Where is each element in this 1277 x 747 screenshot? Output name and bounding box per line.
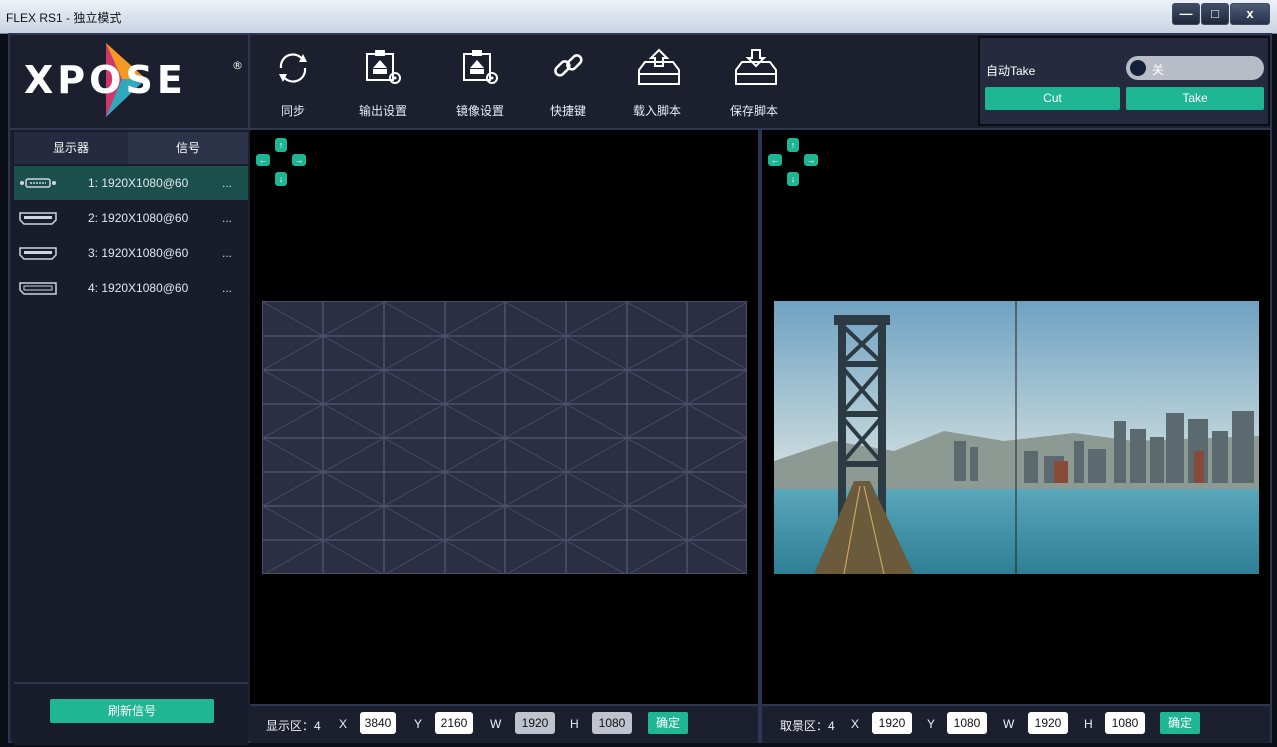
- signal-more-icon[interactable]: ...: [222, 281, 232, 295]
- signal-row-2[interactable]: 2: 1920X1080@60 ...: [14, 201, 248, 235]
- signal-row-3[interactable]: 3: 1920X1080@60 ...: [14, 236, 248, 270]
- capture-w-label: W: [1003, 717, 1015, 731]
- window-title: FLEX RS1 - 独立模式: [6, 11, 122, 25]
- tab-display[interactable]: 显示器: [14, 132, 128, 164]
- display-w-label: W: [490, 717, 502, 731]
- shortcut-link-icon: [554, 54, 583, 77]
- take-panel: [978, 36, 1270, 126]
- move-up-arrow-icon[interactable]: ↑: [275, 138, 287, 152]
- output-settings-button[interactable]: 输出设置: [343, 48, 423, 118]
- close-button[interactable]: x: [1230, 3, 1270, 25]
- display-dpad[interactable]: ↑ ← → ↓: [256, 138, 306, 186]
- minimize-button[interactable]: —: [1172, 3, 1200, 25]
- load-script-button[interactable]: 载入脚本: [617, 48, 697, 118]
- capture-y-input[interactable]: 1080: [947, 712, 987, 734]
- auto-take-toggle[interactable]: 关: [1126, 56, 1264, 80]
- output-settings-icon: [366, 50, 401, 84]
- capture-x-label: X: [851, 717, 860, 731]
- shortcut-button[interactable]: 快捷键: [528, 48, 608, 118]
- display-y-input[interactable]: 2160: [435, 712, 473, 734]
- signal-label: 1: 1920X1080@60: [88, 176, 189, 190]
- capture-h-label: H: [1084, 717, 1093, 731]
- sync-button[interactable]: 同步: [253, 48, 333, 118]
- window-titlebar: FLEX RS1 - 独立模式: [0, 0, 1277, 34]
- load-script-label: 载入脚本: [632, 104, 681, 118]
- shortcut-label: 快捷键: [549, 104, 586, 118]
- move-left-arrow-icon[interactable]: ←: [256, 154, 270, 166]
- signal-row-4[interactable]: 4: 1920X1080@60 ...: [14, 271, 248, 305]
- capture-confirm-button[interactable]: 确定: [1160, 712, 1200, 734]
- move-up-arrow-icon[interactable]: ↑: [787, 138, 799, 152]
- move-down-arrow-icon[interactable]: ↓: [275, 172, 287, 186]
- signal-label: 3: 1920X1080@60: [88, 246, 189, 260]
- capture-y-label: Y: [927, 717, 936, 731]
- move-down-arrow-icon[interactable]: ↓: [787, 172, 799, 186]
- save-script-button[interactable]: 保存脚本: [714, 48, 794, 118]
- save-script-label: 保存脚本: [729, 104, 778, 118]
- display-grid-lines: [263, 302, 746, 573]
- tab-signal[interactable]: 信号: [128, 132, 248, 164]
- display-h-label: H: [570, 717, 579, 731]
- move-left-arrow-icon[interactable]: ←: [768, 154, 782, 166]
- capture-area-label: 取景区：4: [780, 719, 835, 733]
- signal-more-icon[interactable]: ...: [222, 246, 232, 260]
- mirror-settings-label: 镜像设置: [455, 104, 504, 118]
- load-script-icon: [638, 48, 680, 85]
- mirror-settings-button[interactable]: 镜像设置: [440, 48, 520, 118]
- signal-more-icon[interactable]: ...: [222, 176, 232, 190]
- hdmi-connector-icon: [19, 247, 57, 260]
- display-w-input[interactable]: 1920: [515, 712, 555, 734]
- output-settings-label: 输出设置: [358, 104, 407, 118]
- capture-h-input[interactable]: 1080: [1105, 712, 1145, 734]
- toggle-state-label: 关: [1152, 63, 1165, 77]
- move-right-arrow-icon[interactable]: →: [292, 154, 306, 166]
- maximize-button[interactable]: □: [1201, 3, 1229, 25]
- display-area-label: 显示区：4: [266, 719, 321, 733]
- sync-icon: [279, 53, 307, 83]
- xpose-logo: XPOSE ®: [24, 43, 243, 117]
- sync-label: 同步: [280, 104, 305, 118]
- display-x-label: X: [339, 717, 348, 731]
- display-h-input[interactable]: 1080: [592, 712, 632, 734]
- display-confirm-button[interactable]: 确定: [648, 712, 688, 734]
- logo-text: XPOSE: [24, 58, 187, 102]
- save-script-icon: [735, 49, 777, 85]
- capture-x-input[interactable]: 1920: [872, 712, 912, 734]
- auto-take-label: 自动Take: [986, 64, 1036, 78]
- signal-preview-image[interactable]: [774, 301, 1259, 574]
- toggle-knob: [1130, 60, 1146, 76]
- display-y-label: Y: [414, 717, 423, 731]
- hdmi-connector-icon: [19, 212, 57, 225]
- dvi-connector-icon: [20, 178, 56, 188]
- display-x-input[interactable]: 3840: [360, 712, 396, 734]
- logo-area: XPOSE ®: [10, 35, 250, 128]
- capture-w-input[interactable]: 1920: [1028, 712, 1068, 734]
- move-right-arrow-icon[interactable]: →: [804, 154, 818, 166]
- capture-dpad[interactable]: ↑ ← → ↓: [768, 138, 818, 186]
- display-grid[interactable]: [262, 301, 747, 574]
- displayport-connector-icon: [19, 282, 57, 295]
- bridge-city-picture: [774, 301, 1259, 574]
- mirror-settings-icon: [463, 50, 498, 84]
- signal-row-1[interactable]: 1: 1920X1080@60 ...: [14, 166, 248, 200]
- signal-more-icon[interactable]: ...: [222, 211, 232, 225]
- signal-label: 4: 1920X1080@60: [88, 281, 189, 295]
- cut-button[interactable]: Cut: [985, 87, 1120, 110]
- signal-label: 2: 1920X1080@60: [88, 211, 189, 225]
- registered-mark: ®: [232, 59, 243, 72]
- refresh-signal-button[interactable]: 刷新信号: [50, 699, 214, 723]
- take-button[interactable]: Take: [1126, 87, 1264, 110]
